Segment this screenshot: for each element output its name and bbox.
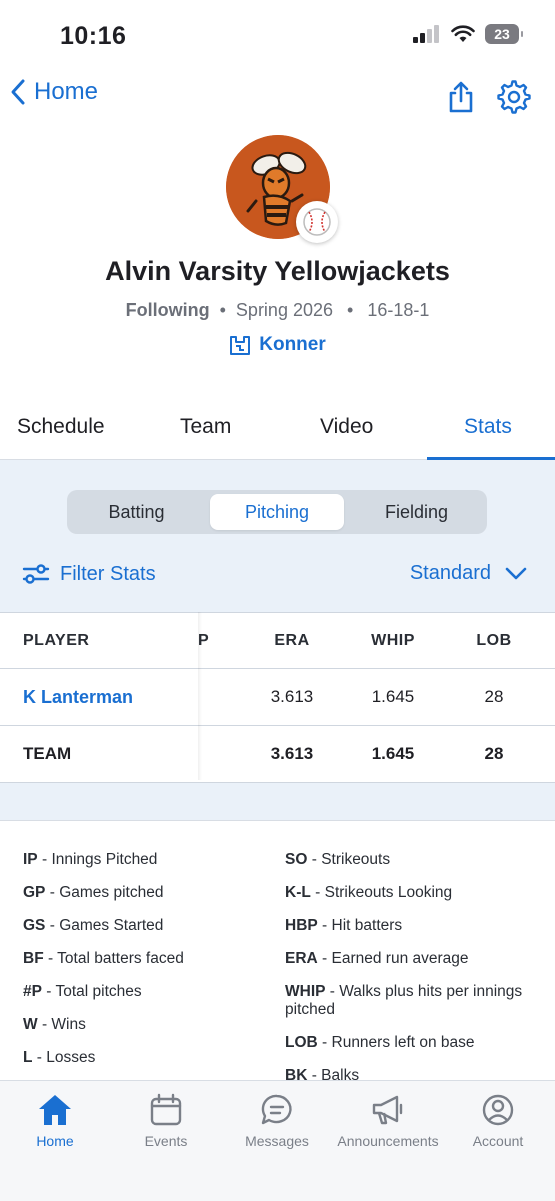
header-player[interactable]: PLAYER: [23, 613, 89, 668]
legend-item: LOB - Runners left on base: [285, 1034, 475, 1051]
header-era[interactable]: ERA: [255, 613, 329, 668]
header-lob[interactable]: LOB: [460, 613, 528, 668]
team-lob-value: 28: [484, 744, 504, 763]
share-icon[interactable]: [445, 80, 477, 114]
legend-item: GS - Games Started: [23, 917, 164, 934]
home-icon: [39, 1095, 71, 1125]
wifi-icon: [451, 25, 475, 42]
legend-item: GP - Games pitched: [23, 884, 164, 901]
segment-fielding[interactable]: Fielding: [350, 494, 483, 530]
nav-bar: Home: [0, 78, 555, 122]
sliders-icon: [22, 564, 50, 584]
legend-item: SO - Strikeouts: [285, 851, 391, 868]
stats-table: PLAYER P ERA WHIP LOB K Lanterman 3.613 …: [0, 612, 555, 783]
bottom-tab-bar: Home Events Messages Announcements Accou…: [0, 1080, 555, 1201]
tabbar-account[interactable]: Account: [448, 1093, 548, 1149]
tabbar-events[interactable]: Events: [116, 1093, 216, 1149]
tab-schedule[interactable]: Schedule: [17, 415, 105, 439]
stats-legend: IP - Innings Pitched GP - Games pitched …: [0, 820, 555, 1084]
team-total-row: TEAM 3.613 1.645 28: [0, 726, 555, 783]
legend-column-right: SO - Strikeouts K-L - Strikeouts Looking…: [285, 851, 525, 1100]
user-link[interactable]: Konner: [0, 334, 555, 356]
legend-item: WHIP - Walks plus hits per innings pitch…: [285, 983, 523, 1018]
chevron-left-icon: [11, 79, 25, 105]
legend-item: W - Wins: [23, 1016, 86, 1033]
tabbar-home[interactable]: Home: [5, 1093, 105, 1149]
status-time: 10:16: [60, 22, 127, 50]
gear-icon[interactable]: [497, 80, 531, 114]
team-total-label: TEAM: [23, 744, 72, 763]
baseball-badge: [296, 201, 338, 243]
era-value: 3.613: [270, 687, 314, 706]
calendar-icon: [150, 1093, 182, 1126]
stats-view-dropdown[interactable]: Standard: [410, 562, 527, 585]
status-icons: 23: [413, 24, 523, 44]
frozen-column-shadow: [198, 612, 202, 780]
legend-item: L - Losses: [23, 1049, 96, 1066]
segment-pitching[interactable]: Pitching: [210, 494, 344, 530]
battery-indicator: 23: [485, 24, 523, 44]
user-icon: [482, 1094, 514, 1126]
back-button[interactable]: Home: [10, 78, 98, 106]
chat-icon: [261, 1094, 292, 1125]
legend-item: HBP - Hit batters: [285, 917, 403, 934]
legend-column-left: IP - Innings Pitched GP - Games pitched …: [23, 851, 263, 1082]
stats-view-label: Standard: [409, 562, 491, 584]
tab-stats[interactable]: Stats: [464, 415, 512, 439]
tabbar-messages[interactable]: Messages: [227, 1093, 327, 1149]
legend-item: IP - Innings Pitched: [23, 851, 158, 868]
tabbar-announcements[interactable]: Announcements: [324, 1093, 452, 1149]
following-status[interactable]: Following: [126, 300, 210, 320]
player-name-link[interactable]: K Lanterman: [23, 669, 133, 725]
chevron-down-icon: [505, 567, 527, 579]
team-name: Alvin Varsity Yellowjackets: [105, 256, 450, 286]
filter-stats-button[interactable]: Filter Stats: [22, 562, 156, 586]
tab-team[interactable]: Team: [180, 415, 231, 439]
legend-item: BF - Total batters faced: [23, 950, 184, 967]
team-meta: Following • Spring 2026 • 16-18-1: [125, 300, 430, 320]
team-whip-value: 1.645: [371, 744, 415, 763]
lob-value: 28: [484, 687, 504, 706]
baseball-icon: [303, 208, 331, 236]
whip-value: 1.645: [371, 687, 415, 706]
user-name: Konner: [259, 334, 326, 355]
back-label: Home: [34, 78, 99, 105]
team-logo: [226, 135, 338, 243]
table-row: K Lanterman 3.613 1.645 28: [0, 669, 555, 726]
legend-item: #P - Total pitches: [23, 983, 142, 1000]
team-tabs: Schedule Team Video Stats: [0, 405, 555, 460]
tab-video[interactable]: Video: [320, 415, 373, 439]
megaphone-icon: [372, 1095, 403, 1125]
segment-batting[interactable]: Batting: [71, 494, 202, 530]
status-bar: 10:16 23: [0, 0, 555, 70]
team-era-value: 3.613: [270, 744, 314, 763]
jersey-icon: [230, 336, 251, 355]
filter-stats-label: Filter Stats: [60, 562, 156, 585]
season-label: Spring 2026: [235, 300, 333, 320]
legend-item: ERA - Earned run average: [285, 950, 469, 967]
cellular-signal-icon: [413, 25, 439, 43]
legend-item: K-L - Strikeouts Looking: [285, 884, 453, 901]
header-whip[interactable]: WHIP: [355, 613, 431, 668]
stats-segmented-control: Batting Pitching Fielding: [67, 490, 487, 534]
team-record: 16-18-1: [367, 300, 430, 320]
table-header-row: PLAYER P ERA WHIP LOB: [0, 613, 555, 669]
